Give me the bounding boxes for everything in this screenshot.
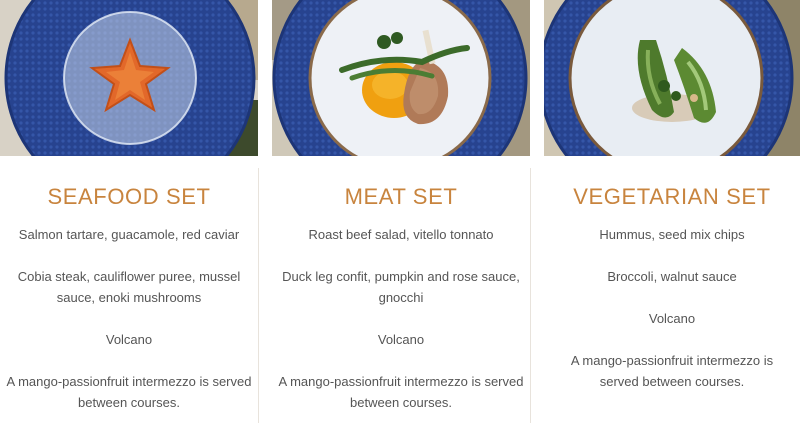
set-title: MEAT SET (344, 184, 458, 209)
course-item: Hummus, seed mix chips (599, 227, 745, 242)
column-divider (530, 168, 531, 423)
column-divider (258, 168, 259, 423)
set-title: VEGETARIAN SET (573, 184, 771, 209)
course-item: Volcano (648, 311, 696, 326)
vegetarian-dish-photo (544, 0, 800, 156)
course-list: Roast beef salad, vitello tonnato Duck l… (272, 224, 530, 413)
course-item: Broccoli, walnut sauce (607, 269, 737, 284)
course-item: Volcano (377, 332, 425, 347)
course-item: Duck leg confit, pumpkin and rose sauce,… (282, 269, 520, 305)
course-list: Hummus, seed mix chips Broccoli, walnut … (544, 224, 800, 392)
menu-set-vegetarian: VEGETARIAN SET Hummus, seed mix chips Br… (544, 0, 800, 423)
seafood-dish-photo (0, 0, 258, 156)
course-list: Salmon tartare, guacamole, red caviar Co… (0, 224, 258, 413)
course-item: Roast beef salad, vitello tonnato (308, 227, 494, 242)
menu-set-seafood: SEAFOOD SET Salmon tartare, guacamole, r… (0, 0, 258, 423)
course-item: A mango-passionfruit intermezzo is serve… (278, 374, 524, 410)
course-item: A mango-passionfruit intermezzo is serve… (570, 353, 774, 389)
menu-sets-section: SEAFOOD SET Salmon tartare, guacamole, r… (0, 0, 800, 423)
menu-set-meat: MEAT SET Roast beef salad, vitello tonna… (272, 0, 530, 423)
course-item: Salmon tartare, guacamole, red caviar (18, 227, 240, 242)
set-title: SEAFOOD SET (47, 184, 211, 209)
course-item: Volcano (105, 332, 153, 347)
course-item: Cobia steak, cauliflower puree, mussel s… (17, 269, 241, 305)
meat-dish-photo (272, 0, 530, 156)
course-item: A mango-passionfruit intermezzo is serve… (6, 374, 252, 410)
